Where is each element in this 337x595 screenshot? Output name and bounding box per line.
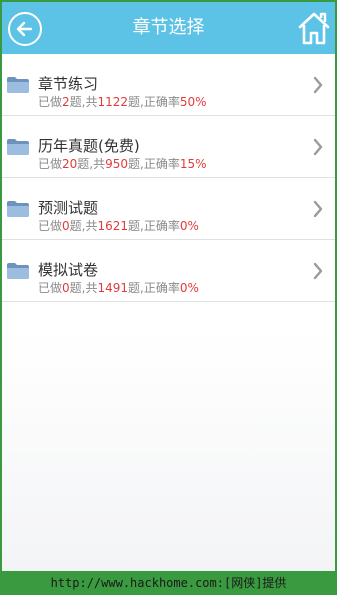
- list-item[interactable]: 模拟试卷 已做0题,共1491题,正确率0%: [2, 240, 335, 302]
- chevron-right-icon: [313, 138, 323, 156]
- folder-icon: [7, 263, 29, 279]
- chapter-list: 章节练习 已做2题,共1122题,正确率50% 历年真题(免费) 已做20题,共…: [2, 54, 335, 302]
- home-button[interactable]: [297, 10, 331, 46]
- list-item[interactable]: 预测试题 已做0题,共1621题,正确率0%: [2, 178, 335, 240]
- item-stats: 已做2题,共1122题,正确率50%: [38, 95, 207, 109]
- item-title: 章节练习: [38, 75, 99, 93]
- item-stats: 已做0题,共1621题,正确率0%: [38, 219, 199, 233]
- home-icon: [298, 12, 330, 45]
- item-title: 历年真题(免费): [38, 137, 140, 155]
- chevron-right-icon: [313, 262, 323, 280]
- page-title: 章节选择: [132, 17, 205, 38]
- footer-watermark: http://www.hackhome.com:[网侠]提供: [0, 571, 337, 595]
- list-item[interactable]: 历年真题(免费) 已做20题,共950题,正确率15%: [2, 116, 335, 178]
- chevron-right-icon: [313, 200, 323, 218]
- item-stats: 已做20题,共950题,正确率15%: [38, 157, 207, 171]
- back-arrow-icon: [16, 21, 33, 37]
- folder-icon: [7, 139, 29, 155]
- header-bar: 章节选择: [2, 2, 335, 54]
- back-button[interactable]: [8, 12, 42, 46]
- chevron-right-icon: [313, 76, 323, 94]
- list-item[interactable]: 章节练习 已做2题,共1122题,正确率50%: [2, 54, 335, 116]
- item-title: 预测试题: [38, 199, 99, 217]
- item-stats: 已做0题,共1491题,正确率0%: [38, 281, 199, 295]
- folder-icon: [7, 201, 29, 217]
- folder-icon: [7, 77, 29, 93]
- item-title: 模拟试卷: [38, 261, 99, 279]
